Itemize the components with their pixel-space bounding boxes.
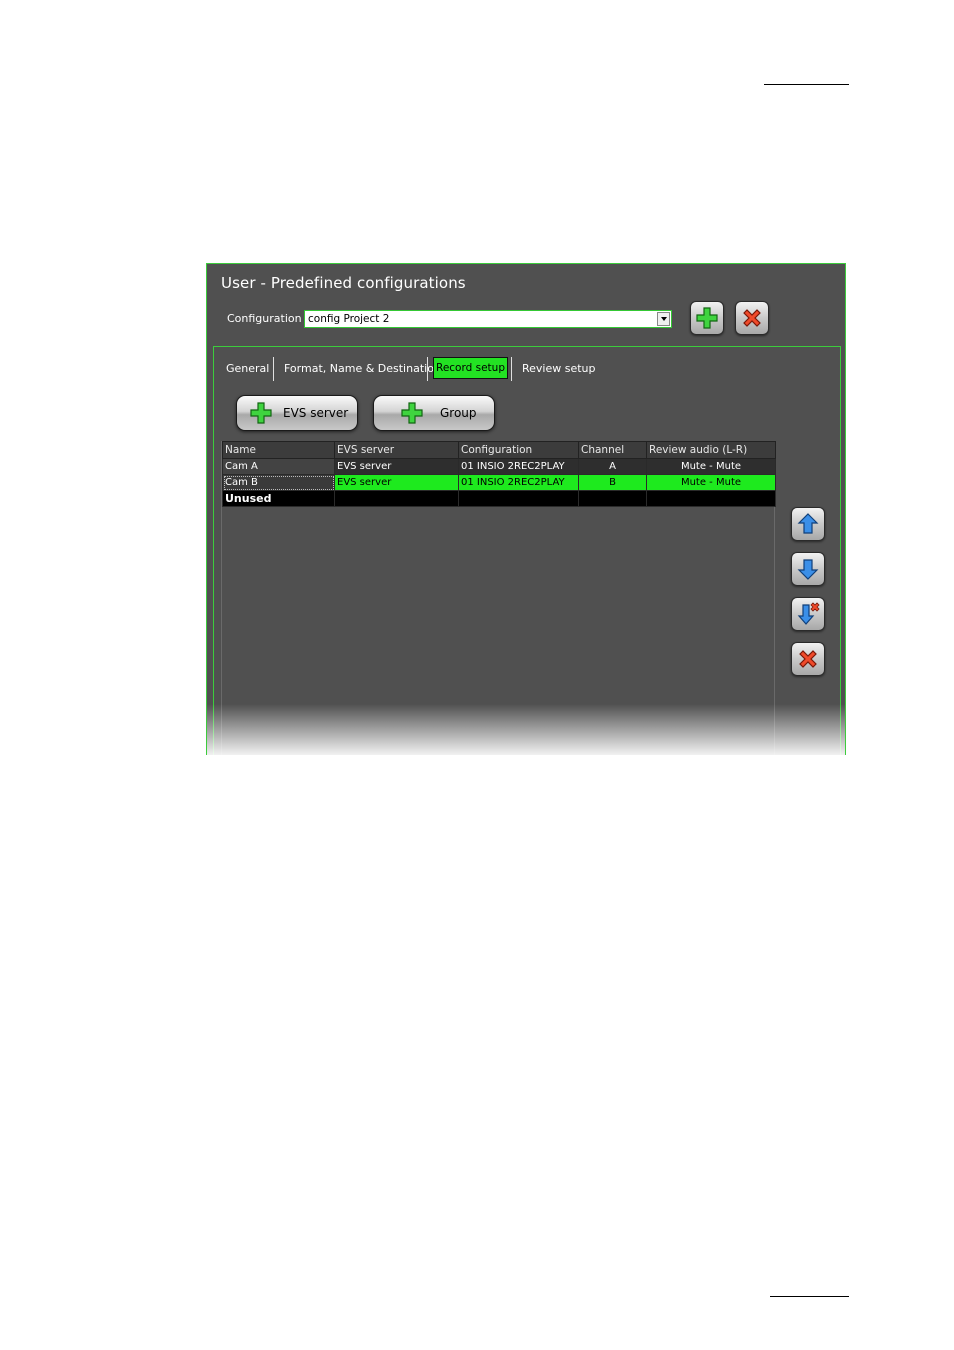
table-row-unused[interactable]: Unused [222, 490, 776, 507]
page-bottom-rule [770, 1296, 849, 1297]
record-setup-grid[interactable]: Name EVS server Configuration Channel Re… [221, 441, 776, 755]
delete-x-icon [743, 309, 761, 327]
cell-server[interactable]: EVS server [334, 458, 459, 475]
cell-server[interactable] [334, 490, 459, 507]
column-header-name[interactable]: Name [222, 441, 335, 459]
cell-audio[interactable]: Mute - Mute [646, 474, 776, 491]
arrow-down-remove-icon [797, 602, 820, 625]
cell-name[interactable]: Unused [222, 490, 335, 507]
window-title: User - Predefined configurations [221, 274, 466, 292]
plus-icon [250, 402, 272, 424]
cell-configuration[interactable]: 01 INSIO 2REC2PLAY [458, 458, 579, 475]
tab-separator [511, 357, 512, 381]
configuration-select[interactable]: config Project 2 [304, 310, 672, 328]
arrow-up-icon [797, 513, 819, 534]
page-top-rule [764, 84, 849, 85]
column-header-review-audio[interactable]: Review audio (L-R) [646, 441, 776, 459]
column-header-evs-server[interactable]: EVS server [334, 441, 459, 459]
cell-server[interactable]: EVS server [334, 474, 459, 491]
chevron-down-icon[interactable] [657, 312, 670, 326]
settings-panel: General Format, Name & Destination Recor… [213, 346, 841, 755]
cell-name[interactable]: Cam B [222, 474, 335, 491]
tab-separator [273, 357, 274, 381]
table-header-row: Name EVS server Configuration Channel Re… [222, 441, 776, 459]
record-setup-table: Name EVS server Configuration Channel Re… [222, 441, 776, 507]
add-configuration-button[interactable] [690, 301, 724, 335]
tab-format-name-destination[interactable]: Format, Name & Destination [284, 362, 441, 375]
tab-separator [427, 357, 428, 381]
cell-audio[interactable]: Mute - Mute [646, 458, 776, 475]
plus-icon [401, 402, 423, 424]
delete-configuration-button[interactable] [735, 301, 769, 335]
remove-row-button[interactable] [791, 642, 825, 676]
configuration-select-value: config Project 2 [308, 313, 390, 325]
table-row[interactable]: Cam A EVS server 01 INSIO 2REC2PLAY A Mu… [222, 458, 776, 475]
cell-audio[interactable] [646, 490, 776, 507]
cell-channel[interactable] [578, 490, 647, 507]
add-group-label: Group [440, 406, 477, 420]
cell-configuration[interactable] [458, 490, 579, 507]
column-header-channel[interactable]: Channel [578, 441, 647, 459]
arrow-down-icon [797, 559, 819, 580]
delete-x-icon [799, 650, 817, 668]
predefined-configurations-window: User - Predefined configurations Configu… [206, 263, 846, 755]
tab-general[interactable]: General [226, 362, 269, 375]
add-evs-server-button[interactable]: EVS server [236, 395, 358, 431]
move-down-button[interactable] [791, 552, 825, 586]
column-header-configuration[interactable]: Configuration [458, 441, 579, 459]
table-row-selected[interactable]: Cam B EVS server 01 INSIO 2REC2PLAY B Mu… [222, 474, 776, 491]
move-up-button[interactable] [791, 507, 825, 541]
cell-name[interactable]: Cam A [222, 458, 335, 475]
plus-icon [696, 307, 718, 329]
move-down-remove-button[interactable] [791, 597, 825, 631]
configuration-label: Configuration : [227, 312, 309, 325]
tab-record-setup[interactable]: Record setup [433, 357, 508, 379]
cell-configuration[interactable]: 01 INSIO 2REC2PLAY [458, 474, 579, 491]
tab-review-setup[interactable]: Review setup [522, 362, 596, 375]
add-group-button[interactable]: Group [373, 395, 495, 431]
add-evs-server-label: EVS server [283, 406, 349, 420]
cell-channel[interactable]: B [578, 474, 647, 491]
cell-channel[interactable]: A [578, 458, 647, 475]
